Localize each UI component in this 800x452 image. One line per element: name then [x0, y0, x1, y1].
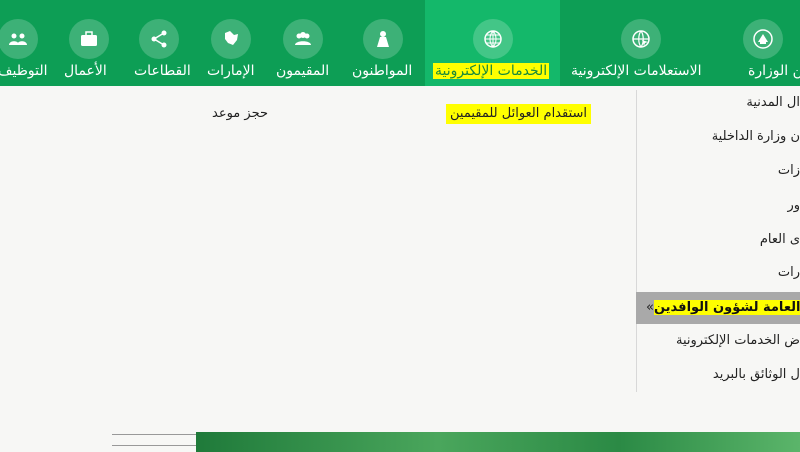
- globe-icon: [473, 19, 513, 59]
- menu-item-agencies[interactable]: رات: [778, 257, 800, 289]
- map-icon: [211, 19, 251, 59]
- nav-item-citizens[interactable]: المواطنون: [344, 0, 422, 86]
- nav-item-about-ministry[interactable]: عن الوزارة: [726, 0, 800, 86]
- menu-item-moi[interactable]: ن وزارة الداخلية: [712, 121, 800, 153]
- people-icon: [0, 19, 38, 59]
- residents-icon: [283, 19, 323, 59]
- nav-label: عن الوزارة: [748, 63, 800, 79]
- footer-banner-image: [196, 432, 800, 452]
- menu-item-e-services-display[interactable]: ض الخدمات الإلكترونية: [676, 325, 800, 357]
- nav-item-e-inquiries[interactable]: الاستعلامات الإلكترونية: [563, 0, 720, 86]
- nav-item-e-services[interactable]: الخدمات الإلكترونية: [425, 0, 560, 86]
- briefcase-icon: [69, 19, 109, 59]
- link-book-appointment[interactable]: حجز موعد: [212, 104, 268, 124]
- nav-label: المقيمون: [276, 63, 330, 79]
- nav-label: المواطنون: [352, 63, 413, 79]
- menu-item-expatriates[interactable]: «رة العامة لشؤون الوافدين: [636, 292, 800, 324]
- menu-item-traffic[interactable]: ور: [787, 190, 800, 222]
- nav-label: التوظيف: [0, 63, 48, 79]
- main-navbar: عن الوزارة الاستعلامات الإلكترونية الخدم…: [0, 0, 800, 86]
- link-family-recruitment[interactable]: استقدام العوائل للمقيمين: [446, 104, 592, 124]
- menu-item-civil-affairs[interactable]: ال المدنية: [746, 87, 800, 119]
- nav-label: الخدمات الإلكترونية: [433, 63, 550, 79]
- nav-label: الأعمال: [64, 63, 107, 79]
- nav-item-employment[interactable]: التوظيف: [0, 0, 56, 86]
- nav-item-business[interactable]: الأعمال: [60, 0, 120, 86]
- menu-divider: [636, 90, 637, 392]
- emblem-icon: [743, 19, 783, 59]
- nav-label: الاستعلامات الإلكترونية: [571, 63, 702, 79]
- network-icon: [139, 19, 179, 59]
- citizen-icon: [363, 19, 403, 59]
- globe-cursor-icon: [621, 19, 661, 59]
- nav-item-emirates[interactable]: الإمارات: [199, 0, 265, 86]
- expand-marker-icon: «: [646, 300, 654, 315]
- nav-item-sectors[interactable]: القطاعات: [123, 0, 197, 86]
- menu-item-passports[interactable]: زات: [778, 155, 800, 187]
- footer-decoration: [112, 434, 196, 446]
- nav-label: القطاعات: [134, 63, 191, 79]
- nav-item-residents[interactable]: المقيمون: [270, 0, 342, 86]
- nav-label: الإمارات: [207, 63, 255, 79]
- menu-item-mail-documents[interactable]: ل الوثائق بالبريد: [713, 359, 800, 391]
- menu-item-label: رة العامة لشؤون الوافدين: [653, 300, 800, 315]
- menu-item-public-security[interactable]: ى العام: [760, 224, 800, 256]
